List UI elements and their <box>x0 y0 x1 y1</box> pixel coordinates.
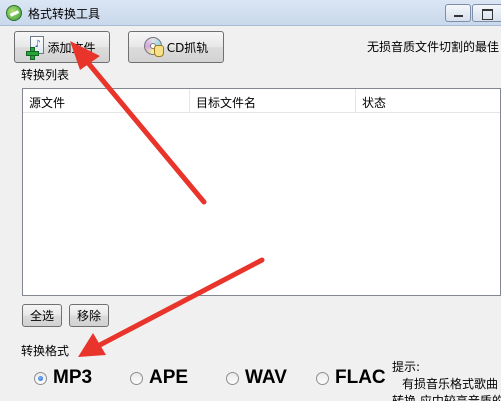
add-file-button[interactable]: ♪ 添加文件 <box>14 31 110 63</box>
format-option-ape[interactable]: APE <box>130 367 188 389</box>
window-title: 格式转换工具 <box>28 7 101 21</box>
format-label-wav: WAV <box>245 367 287 388</box>
remove-button[interactable]: 移除 <box>69 304 109 327</box>
format-label-flac: FLAC <box>335 367 386 388</box>
file-list-view[interactable]: 源文件 目标文件名 状态 <box>22 88 501 296</box>
top-note: 无损音质文件切割的最佳 <box>367 40 500 54</box>
format-option-mp3[interactable]: MP3 <box>34 367 92 389</box>
radio-wav[interactable] <box>226 371 239 385</box>
radio-flac[interactable] <box>316 371 329 385</box>
format-group-label: 转换格式 <box>21 344 70 358</box>
tip-line-2: 转换 应中较高音质的 <box>392 394 501 401</box>
cd-icon <box>143 36 166 58</box>
cd-rip-label: CD抓轨 <box>166 40 209 55</box>
column-header-source[interactable]: 源文件 <box>23 89 190 113</box>
column-header-target[interactable]: 目标文件名 <box>190 89 356 113</box>
format-label-mp3: MP3 <box>53 367 93 388</box>
maximize-button[interactable] <box>472 4 501 22</box>
format-option-flac[interactable]: FLAC <box>316 367 386 389</box>
list-header: 源文件 目标文件名 状态 <box>23 89 500 113</box>
add-file-label: 添加文件 <box>47 40 96 55</box>
minimize-button[interactable] <box>445 4 471 22</box>
tip-title: 提示: <box>392 360 421 374</box>
radio-mp3[interactable] <box>34 371 47 385</box>
tip-line-1: 有损音乐格式歌曲 <box>402 377 499 391</box>
format-label-ape: APE <box>149 367 189 388</box>
select-all-button[interactable]: 全选 <box>22 304 62 327</box>
app-icon <box>6 5 22 21</box>
radio-ape[interactable] <box>130 371 143 385</box>
format-option-wav[interactable]: WAV <box>226 367 287 389</box>
title-bar: 格式转换工具 <box>0 0 501 26</box>
cd-rip-button[interactable]: CD抓轨 <box>128 31 224 63</box>
column-header-status[interactable]: 状态 <box>356 89 501 113</box>
file-list-group-label: 转换列表 <box>21 68 70 82</box>
add-file-icon: ♪ <box>26 36 46 60</box>
